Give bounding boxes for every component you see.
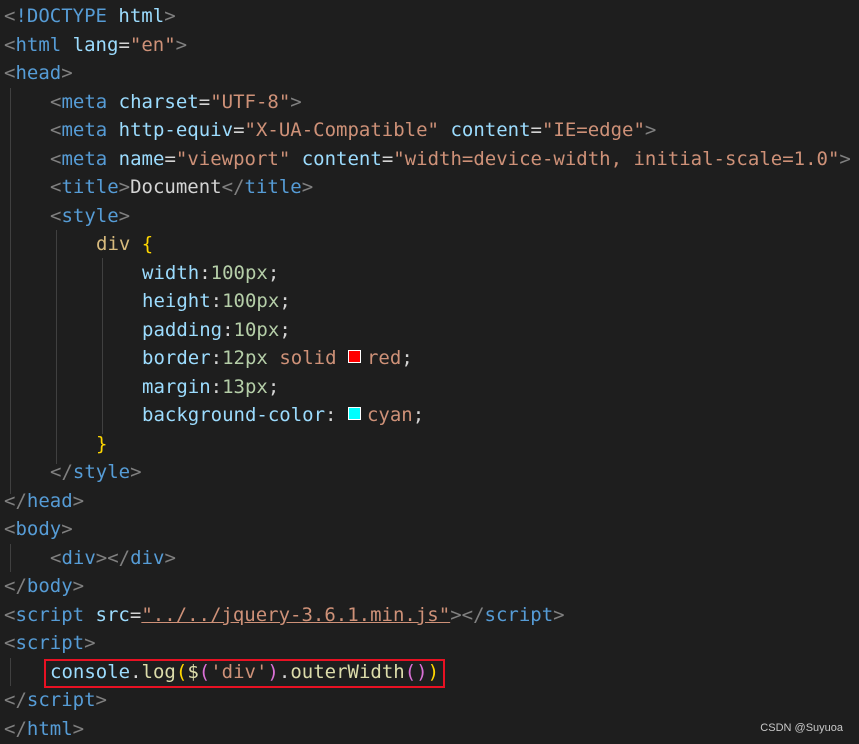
code-line-17[interactable]: </style>	[50, 458, 142, 487]
code-line-11[interactable]: height:100px;	[142, 287, 291, 316]
token-tag: script	[15, 604, 85, 626]
token-property: height	[142, 290, 211, 312]
token-attr: lang	[72, 34, 119, 56]
token-value: cyan	[366, 404, 413, 426]
code-line-5[interactable]: <meta http-equiv="X-UA-Compatible" conte…	[50, 116, 656, 145]
token-property: margin	[142, 376, 211, 398]
code-editor[interactable]: <!DOCTYPE html> <html lang="en"> <head> …	[0, 0, 859, 744]
token-keyword: html	[118, 5, 165, 27]
indent-guide	[10, 88, 11, 494]
token-string-link[interactable]: "../../jquery-3.6.1.min.js"	[141, 604, 450, 626]
token-value: solid	[279, 347, 337, 369]
code-line-21[interactable]: </body>	[4, 572, 84, 601]
token-tag: script	[26, 689, 96, 711]
token-string: "viewport"	[175, 148, 291, 170]
token-text: Document	[130, 176, 222, 198]
code-line-10[interactable]: width:100px;	[142, 259, 279, 288]
token-property: border	[142, 347, 211, 369]
color-swatch-red-icon[interactable]	[347, 350, 361, 363]
indent-guide	[10, 544, 11, 572]
token-attr: charset	[118, 91, 199, 113]
code-line-16[interactable]: }	[96, 430, 107, 459]
code-line-23[interactable]: <script>	[4, 629, 96, 658]
token-tag: html	[15, 34, 62, 56]
token-tag: div	[61, 547, 96, 569]
token-number: 12	[222, 347, 245, 369]
code-line-8[interactable]: <style>	[50, 202, 130, 231]
token-tag: style	[72, 461, 131, 483]
color-swatch-cyan-icon[interactable]	[347, 407, 361, 420]
token-selector: div	[96, 233, 131, 255]
code-line-18[interactable]: </head>	[4, 487, 84, 516]
code-line-13[interactable]: border:12px solid red;	[142, 344, 413, 373]
token-number: 100	[222, 290, 257, 312]
token-tag: div	[130, 547, 165, 569]
token-string: "X-UA-Compatible"	[244, 119, 439, 141]
token-tag: body	[26, 575, 73, 597]
token-doctype: !DOCTYPE	[15, 5, 107, 27]
token-tag: html	[26, 718, 73, 740]
token-tag: body	[15, 518, 62, 540]
code-line-26[interactable]: </html>	[4, 715, 84, 744]
code-line-9[interactable]: div {	[96, 230, 153, 259]
token-number: 100	[210, 262, 245, 284]
indent-guide	[56, 230, 57, 464]
token-tag: meta	[61, 91, 108, 113]
watermark-text: CSDN @Suyuoa	[760, 722, 843, 734]
token-eq: =	[118, 34, 130, 56]
code-line-20[interactable]: <div></div>	[50, 544, 176, 573]
token-string: "en"	[129, 34, 176, 56]
token-tag: head	[26, 490, 73, 512]
token-punct: >	[164, 5, 176, 27]
token-number: 13	[222, 376, 245, 398]
token-attr: name	[118, 148, 165, 170]
indent-guide	[10, 658, 11, 686]
code-line-15[interactable]: background-color: cyan;	[142, 401, 424, 430]
token-property: background-color	[142, 404, 326, 426]
token-number: 10	[233, 319, 257, 341]
token-string: "IE=edge"	[541, 119, 645, 141]
code-line-19[interactable]: <body>	[4, 515, 73, 544]
token-punct: <	[4, 5, 16, 27]
token-tag: style	[61, 205, 119, 227]
code-line-2[interactable]: <html lang="en">	[4, 31, 187, 60]
token-unit: px	[244, 262, 268, 284]
token-attr: content	[301, 148, 382, 170]
token-tag: meta	[61, 119, 108, 141]
token-tag: script	[15, 632, 85, 654]
token-tag: meta	[61, 148, 108, 170]
code-line-1[interactable]: <!DOCTYPE html>	[4, 2, 176, 31]
code-line-3[interactable]: <head>	[4, 59, 73, 88]
token-brace: }	[96, 433, 108, 455]
token-attr: http-equiv	[118, 119, 234, 141]
token-unit: px	[244, 347, 268, 369]
token-unit: px	[244, 376, 268, 398]
code-line-4[interactable]: <meta charset="UTF-8">	[50, 88, 302, 117]
token-tag: title	[61, 176, 119, 198]
token-tag: title	[244, 176, 302, 198]
code-line-7[interactable]: <title>Document</title>	[50, 173, 313, 202]
token-attr: src	[95, 604, 130, 626]
code-line-6[interactable]: <meta name="viewport" content="width=dev…	[50, 145, 851, 174]
token-brace: {	[141, 233, 154, 255]
token-attr: content	[450, 119, 531, 141]
token-value: red	[366, 347, 402, 369]
token-tag: head	[15, 62, 62, 84]
indent-guide	[102, 258, 103, 434]
token-property: width	[142, 262, 200, 284]
code-line-12[interactable]: padding:10px;	[142, 316, 291, 345]
highlight-annotation-box	[44, 659, 445, 688]
code-line-14[interactable]: margin:13px;	[142, 373, 279, 402]
token-string: "UTF-8"	[210, 91, 291, 113]
token-unit: px	[256, 290, 280, 312]
token-unit: px	[256, 319, 280, 341]
code-line-25[interactable]: </script>	[4, 686, 107, 715]
token-property: padding	[142, 319, 223, 341]
token-tag: script	[484, 604, 554, 626]
token-string: "width=device-width, initial-scale=1.0"	[393, 148, 840, 170]
code-line-22[interactable]: <script src="../../jquery-3.6.1.min.js">…	[4, 601, 565, 630]
